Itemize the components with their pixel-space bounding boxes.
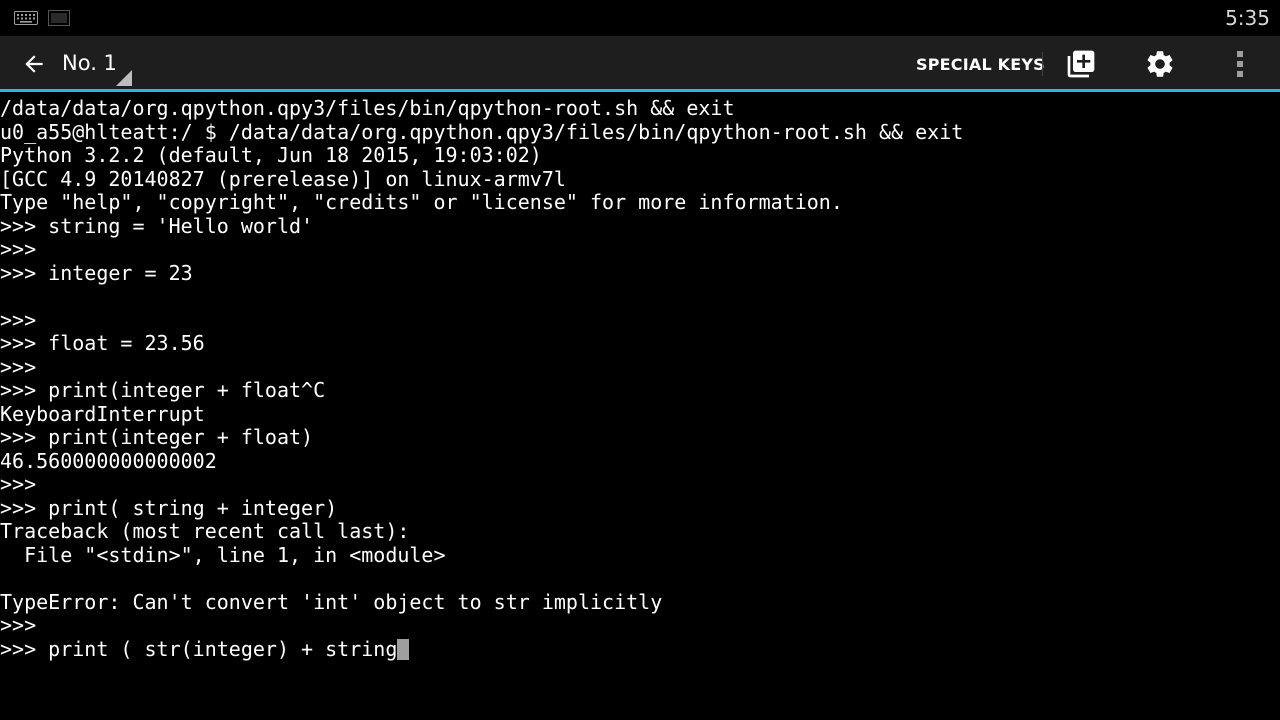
window-selector[interactable]: No. 1 bbox=[62, 44, 134, 86]
terminal-line: >>> print( string + integer) bbox=[0, 496, 338, 520]
add-window-icon bbox=[1067, 50, 1095, 78]
terminal-line: >>> bbox=[0, 472, 37, 496]
status-bar: 5:35 bbox=[0, 0, 1280, 36]
back-button[interactable] bbox=[14, 46, 54, 82]
window-title: No. 1 bbox=[62, 51, 117, 75]
settings-button[interactable] bbox=[1138, 44, 1182, 84]
gear-icon bbox=[1147, 51, 1173, 77]
text-cursor bbox=[397, 639, 410, 660]
terminal-line: Python 3.2.2 (default, Jun 18 2015, 19:0… bbox=[0, 143, 542, 167]
terminal-line: >>> float = 23.56 bbox=[0, 331, 205, 355]
terminal-line: 46.560000000000002 bbox=[0, 449, 217, 473]
terminal-line: File "<stdin>", line 1, in <module> bbox=[0, 543, 446, 567]
terminal-line: >>> bbox=[0, 613, 37, 637]
terminal-line: >>> integer = 23 bbox=[0, 261, 193, 285]
action-bar: No. 1 SPECIAL KEYS bbox=[0, 36, 1280, 92]
terminal-line: [GCC 4.9 20140827 (prerelease)] on linux… bbox=[0, 167, 566, 191]
back-arrow-icon bbox=[25, 55, 43, 73]
terminal-line: Type "help", "copyright", "credits" or "… bbox=[0, 190, 843, 214]
terminal-input-line[interactable]: >>> print ( str(integer) + string bbox=[0, 637, 410, 661]
terminal-input-text: >>> print ( str(integer) + string bbox=[0, 637, 398, 661]
terminal-line: /data/data/org.qpython.qpy3/files/bin/qp… bbox=[0, 96, 735, 120]
special-keys-button[interactable]: SPECIAL KEYS bbox=[906, 46, 1055, 82]
overflow-menu-icon bbox=[1237, 51, 1243, 77]
terminal-line: >>> bbox=[0, 355, 37, 379]
terminal-line: >>> bbox=[0, 308, 37, 332]
terminal-line: TypeError: Can't convert 'int' object to… bbox=[0, 590, 663, 614]
action-bar-separator bbox=[1042, 52, 1043, 76]
terminal-line: >>> string = 'Hello world' bbox=[0, 214, 314, 238]
terminal-line: >>> print(integer + float) bbox=[0, 425, 314, 449]
terminal-line: Traceback (most recent call last): bbox=[0, 519, 410, 543]
dropdown-corner-icon bbox=[116, 70, 132, 86]
overflow-menu-button[interactable] bbox=[1222, 44, 1258, 84]
status-clock: 5:35 bbox=[1225, 6, 1270, 30]
terminal-line: u0_a55@hlteatt:/ $ /data/data/org.qpytho… bbox=[0, 120, 964, 144]
terminal-line: KeyboardInterrupt bbox=[0, 402, 205, 426]
terminal-line: >>> print(integer + float^C bbox=[0, 378, 326, 402]
screen-icon bbox=[48, 10, 70, 26]
action-bar-divider bbox=[0, 89, 1280, 92]
terminal-line: >>> bbox=[0, 237, 37, 261]
add-window-button[interactable] bbox=[1060, 44, 1102, 84]
keyboard-icon bbox=[14, 11, 38, 25]
terminal-view[interactable]: /data/data/org.qpython.qpy3/files/bin/qp… bbox=[0, 96, 1280, 720]
